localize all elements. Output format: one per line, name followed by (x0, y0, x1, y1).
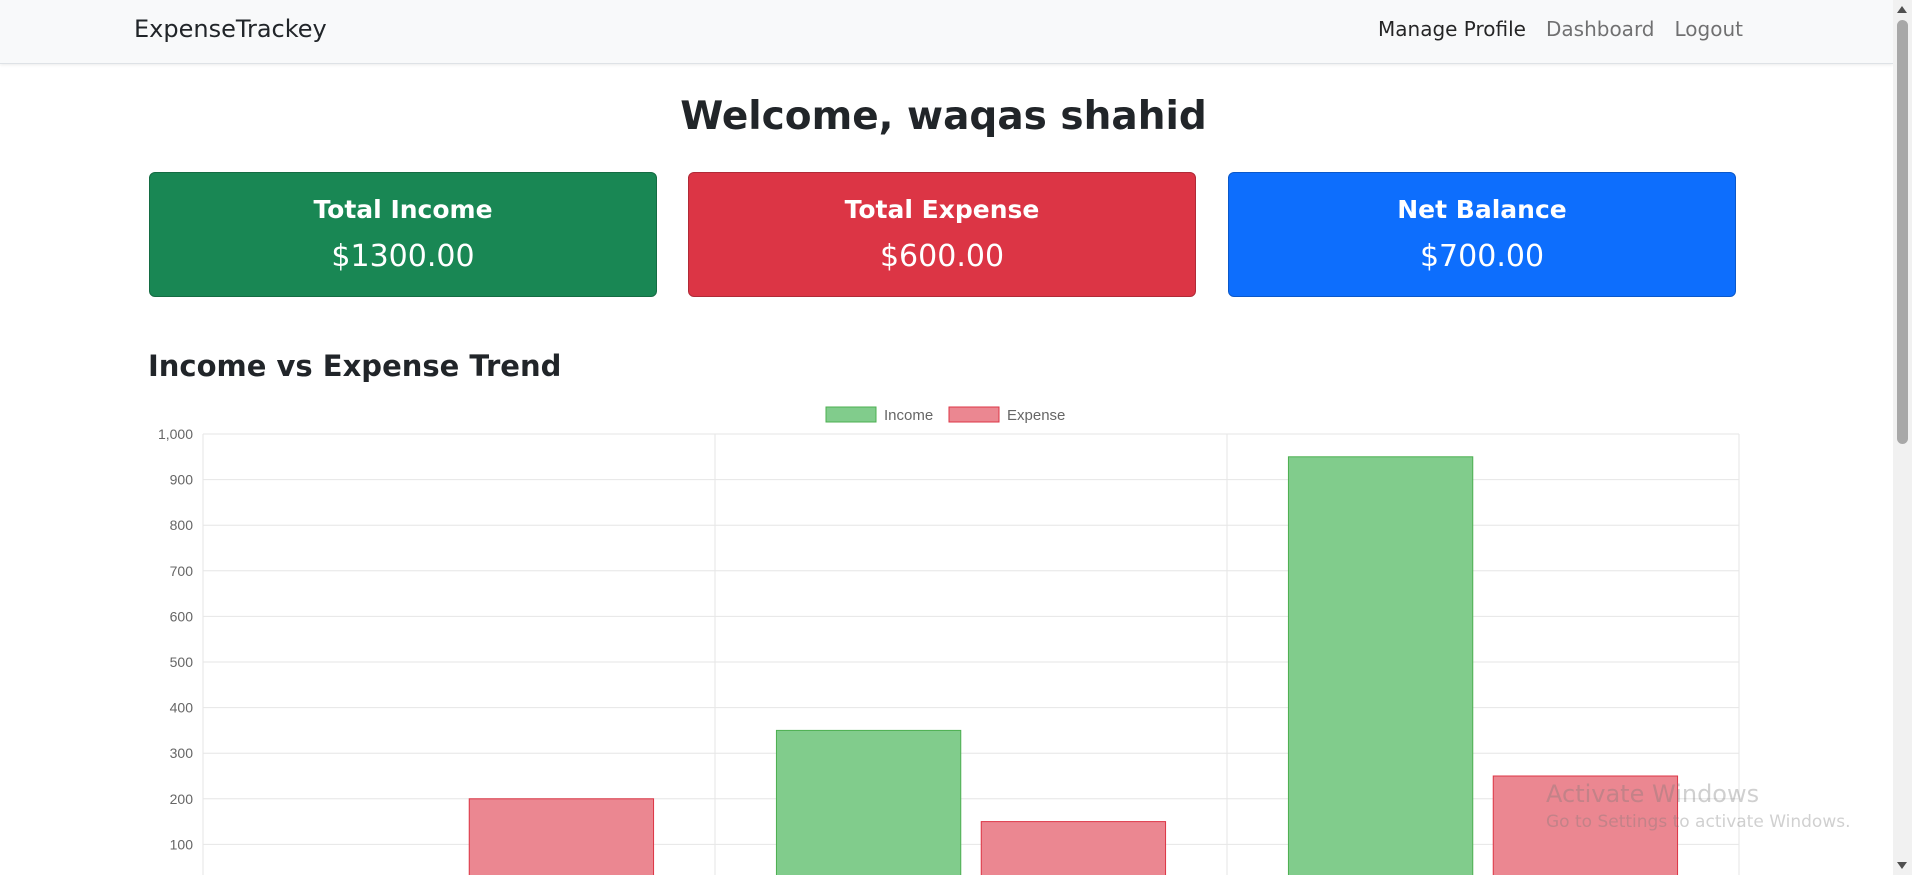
total-expense-title: Total Expense (844, 195, 1040, 224)
welcome-heading: Welcome, waqas shahid (680, 94, 1207, 139)
watermark-title: Activate Windows (1546, 780, 1760, 808)
legend-income-swatch (825, 406, 877, 423)
y-tick-label: 800 (170, 517, 194, 533)
legend-expense-label: Expense (1007, 407, 1065, 424)
total-income-title: Total Income (313, 195, 493, 224)
navbar: ExpenseTrackey Manage Profile Dashboard … (0, 0, 1893, 64)
windows-activation-watermark: Activate Windows Go to Settings to activ… (1546, 780, 1851, 832)
y-tick-label: 700 (170, 563, 194, 579)
nav-links: Manage Profile Dashboard Logout (1378, 17, 1743, 41)
expense-bar (980, 821, 1167, 875)
chart-canvas: 1,000 900 800 700 600 500 400 300 200 100 Income Ex… (158, 406, 1740, 875)
y-tick-label: 400 (170, 700, 194, 716)
legend-income-label: Income (884, 407, 933, 424)
y-tick-label: 600 (170, 608, 194, 624)
nav-link-manage-profile[interactable]: Manage Profile (1378, 17, 1526, 41)
income-bar (775, 729, 962, 875)
scrollbar-thumb[interactable] (1897, 20, 1908, 444)
scroll-up-arrow-icon[interactable] (1897, 6, 1907, 13)
chart-title: Income vs Expense Trend (148, 349, 562, 383)
net-balance-value: $700.00 (1419, 239, 1545, 274)
nav-link-logout[interactable]: Logout (1675, 17, 1743, 41)
legend-expense-swatch (948, 406, 1000, 423)
y-tick-label: 1,000 (158, 426, 193, 442)
total-expense-card: Total Expense $600.00 (688, 172, 1196, 297)
scroll-down-arrow-icon[interactable] (1897, 862, 1907, 869)
y-tick-label: 200 (170, 791, 194, 807)
total-income-card: Total Income $1300.00 (149, 172, 657, 297)
income-expense-chart: 1,000 900 800 700 600 500 400 300 200 100 Income Ex… (130, 400, 1750, 875)
total-expense-value: $600.00 (879, 239, 1005, 274)
income-bar (1287, 456, 1474, 875)
watermark-subtitle: Go to Settings to activate Windows. (1546, 812, 1851, 832)
nav-link-dashboard[interactable]: Dashboard (1546, 17, 1655, 41)
y-tick-label: 300 (170, 745, 194, 761)
net-balance-card: Net Balance $700.00 (1228, 172, 1736, 297)
y-tick-label: 100 (170, 836, 194, 852)
y-tick-label: 500 (170, 654, 194, 670)
total-income-value: $1300.00 (331, 239, 475, 274)
expense-bar (468, 798, 655, 875)
net-balance-title: Net Balance (1397, 195, 1567, 224)
y-tick-label: 900 (170, 472, 194, 488)
page-scrollbar[interactable] (1893, 0, 1912, 875)
brand-link[interactable]: ExpenseTrackey (134, 15, 327, 43)
